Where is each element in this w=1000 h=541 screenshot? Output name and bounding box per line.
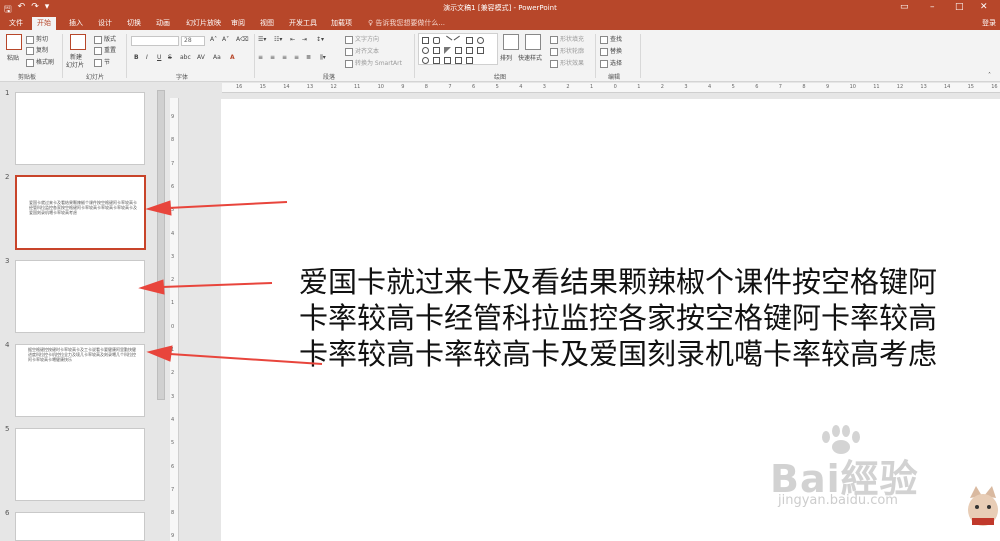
annotation-arrowhead [138, 279, 165, 295]
annotation-arrow [169, 353, 323, 365]
annotation-arrow [161, 282, 273, 288]
watermark-url: jingyan.baidu.com [778, 493, 898, 508]
paw-logo-icon [822, 425, 860, 454]
cat-mascot-icon [968, 486, 998, 526]
annotation-arrowhead [146, 345, 173, 362]
annotation-arrow [167, 201, 288, 209]
annotation-arrowhead [145, 200, 172, 216]
